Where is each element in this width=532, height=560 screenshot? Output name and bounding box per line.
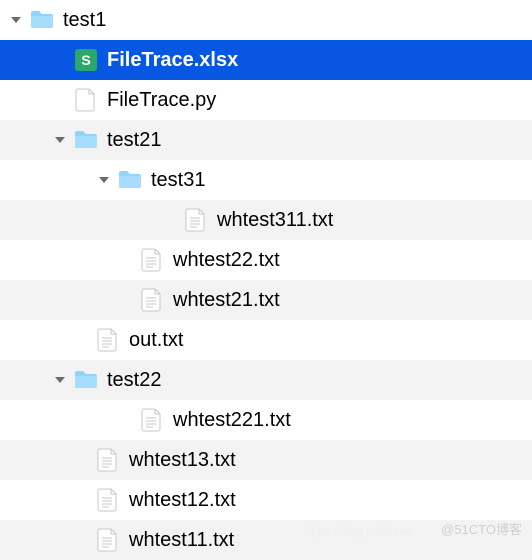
file-label: test31 bbox=[151, 169, 205, 192]
chevron-down-icon[interactable] bbox=[8, 12, 24, 28]
file-label: FileTrace.py bbox=[107, 89, 216, 112]
file-label: whtest11.txt bbox=[129, 529, 234, 552]
xlsx-icon bbox=[73, 47, 99, 73]
indent bbox=[8, 460, 74, 461]
indent bbox=[8, 500, 74, 501]
tree-row[interactable]: test1 bbox=[0, 0, 532, 40]
folder-icon bbox=[73, 127, 99, 153]
file-label: whtest311.txt bbox=[217, 209, 333, 232]
indent bbox=[8, 60, 52, 61]
indent bbox=[8, 340, 74, 341]
txt-icon bbox=[139, 247, 165, 273]
txt-icon bbox=[139, 407, 165, 433]
indent bbox=[8, 100, 52, 101]
tree-row[interactable]: whtest13.txt bbox=[0, 440, 532, 480]
txt-icon bbox=[95, 327, 121, 353]
file-tree[interactable]: test1FileTrace.xlsx FileTrace.py test21 tes… bbox=[0, 0, 532, 560]
file-label: test22 bbox=[107, 369, 161, 392]
tree-row[interactable]: test22 bbox=[0, 360, 532, 400]
tree-row[interactable]: whtest21.txt bbox=[0, 280, 532, 320]
folder-icon bbox=[29, 7, 55, 33]
indent bbox=[8, 140, 52, 141]
tree-row[interactable]: FileTrace.py bbox=[0, 80, 532, 120]
tree-row[interactable]: whtest221.txt bbox=[0, 400, 532, 440]
txt-icon bbox=[183, 207, 209, 233]
file-label: test21 bbox=[107, 129, 161, 152]
tree-row[interactable]: whtest22.txt bbox=[0, 240, 532, 280]
indent bbox=[8, 420, 118, 421]
tree-row[interactable]: whtest12.txt bbox=[0, 480, 532, 520]
blank-icon bbox=[73, 87, 99, 113]
file-label: out.txt bbox=[129, 329, 183, 352]
file-label: test1 bbox=[63, 9, 106, 32]
txt-icon bbox=[95, 527, 121, 553]
file-label: FileTrace.xlsx bbox=[107, 49, 238, 72]
txt-icon bbox=[95, 447, 121, 473]
indent bbox=[8, 380, 52, 381]
file-label: whtest12.txt bbox=[129, 489, 236, 512]
chevron-down-icon[interactable] bbox=[96, 172, 112, 188]
tree-row[interactable]: test31 bbox=[0, 160, 532, 200]
chevron-down-icon[interactable] bbox=[52, 132, 68, 148]
indent bbox=[8, 220, 162, 221]
txt-icon bbox=[95, 487, 121, 513]
tree-row[interactable]: out.txt bbox=[0, 320, 532, 360]
file-label: whtest22.txt bbox=[173, 249, 280, 272]
indent bbox=[8, 180, 96, 181]
tree-row[interactable]: whtest11.txt bbox=[0, 520, 532, 560]
indent bbox=[8, 300, 118, 301]
folder-icon bbox=[117, 167, 143, 193]
file-label: whtest21.txt bbox=[173, 289, 280, 312]
chevron-down-icon[interactable] bbox=[52, 372, 68, 388]
tree-row[interactable]: test21 bbox=[0, 120, 532, 160]
folder-icon bbox=[73, 367, 99, 393]
file-label: whtest13.txt bbox=[129, 449, 236, 472]
indent bbox=[8, 540, 74, 541]
txt-icon bbox=[139, 287, 165, 313]
indent bbox=[8, 260, 118, 261]
tree-row[interactable]: FileTrace.xlsx bbox=[0, 40, 532, 80]
file-label: whtest221.txt bbox=[173, 409, 291, 432]
tree-row[interactable]: whtest311.txt bbox=[0, 200, 532, 240]
